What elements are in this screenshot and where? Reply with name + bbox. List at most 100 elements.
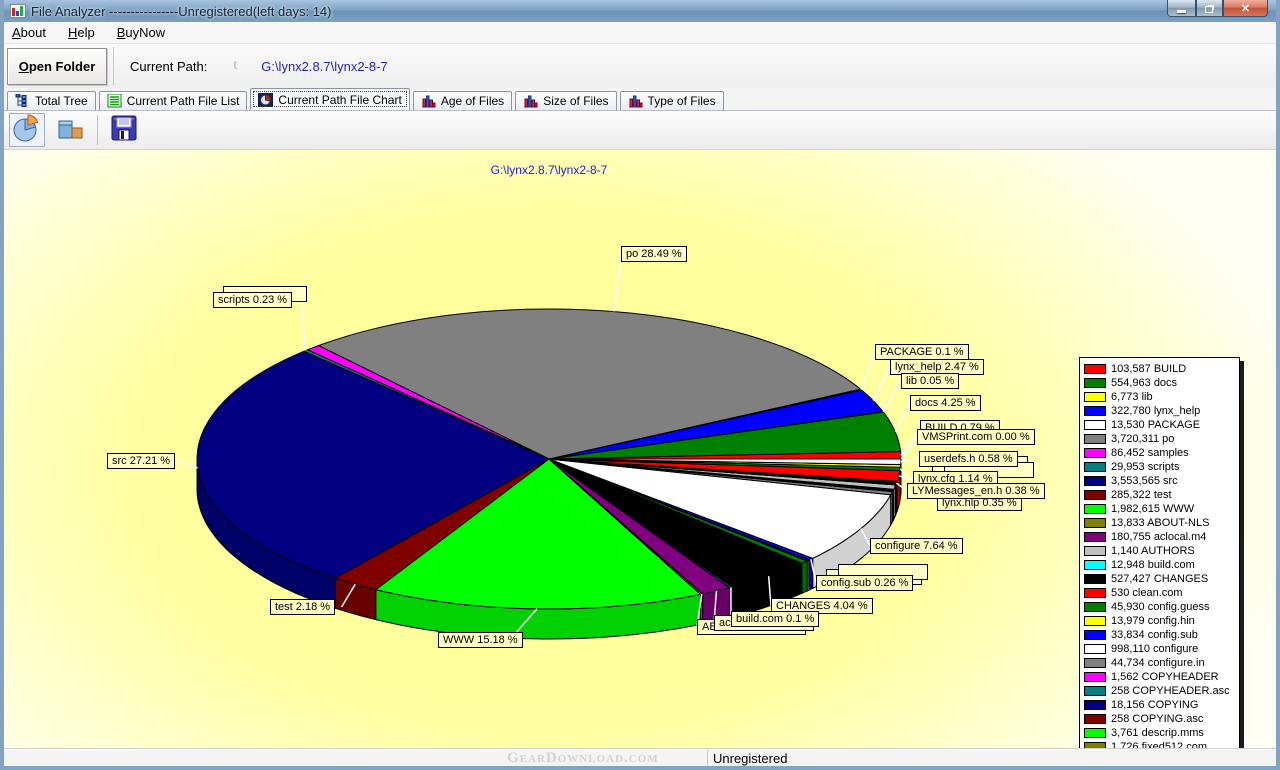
restore-icon bbox=[1205, 6, 1213, 13]
legend-item: 29,953 scripts bbox=[1084, 460, 1237, 474]
legend-label: 86,452 samples bbox=[1111, 447, 1189, 459]
legend-label: 285,322 test bbox=[1111, 489, 1172, 501]
pie-label-test: test 2.18 % bbox=[270, 599, 335, 615]
menu-item-buynow[interactable]: BuyNow bbox=[117, 25, 165, 40]
pie-label-src: src 27.21 % bbox=[107, 453, 175, 469]
legend-label: 530 clean.com bbox=[1111, 587, 1183, 599]
legend-label: 6,773 lib bbox=[1111, 391, 1153, 403]
pie-label-docs: docs 4.25 % bbox=[910, 395, 981, 411]
tab-current-path-file-chart[interactable]: Current Path File Chart bbox=[250, 88, 409, 110]
bar-icon bbox=[421, 94, 436, 108]
legend-label: 13,833 ABOUT-NLS bbox=[1111, 517, 1209, 529]
pie-chart-button[interactable] bbox=[9, 113, 45, 147]
legend-swatch bbox=[1084, 378, 1106, 388]
legend-swatch bbox=[1084, 602, 1106, 612]
pie-label-userdefs.h: userdefs.h 0.58 % bbox=[919, 451, 1018, 467]
pie-label-config.sub: config.sub 0.26 % bbox=[816, 575, 913, 591]
legend-swatch bbox=[1084, 700, 1106, 710]
list-icon bbox=[107, 94, 122, 108]
tab-label: Total Tree bbox=[35, 94, 88, 108]
legend-swatch bbox=[1084, 364, 1106, 374]
tab-size-of-files[interactable]: Size of Files bbox=[515, 91, 616, 110]
legend-swatch bbox=[1084, 714, 1106, 724]
legend-item: 12,948 build.com bbox=[1084, 558, 1237, 572]
legend-item: 258 COPYING.asc bbox=[1084, 712, 1237, 726]
legend-item: 44,734 configure.in bbox=[1084, 656, 1237, 670]
chart-legend: 103,587 BUILD 554,963 docs 6,773 lib322,78… bbox=[1079, 357, 1240, 748]
legend-label: 103,587 BUILD bbox=[1111, 363, 1186, 375]
legend-swatch bbox=[1084, 658, 1106, 668]
legend-item: 86,452 samples bbox=[1084, 446, 1237, 460]
tab-label: Current Path File List bbox=[127, 94, 240, 108]
menu-item-about[interactable]: About bbox=[12, 25, 46, 40]
tab-label: Type of Files bbox=[648, 94, 716, 108]
legend-label: 44,734 configure.in bbox=[1111, 657, 1205, 669]
save-button[interactable] bbox=[106, 113, 142, 147]
up-level-icon[interactable]: t bbox=[233, 58, 237, 74]
legend-swatch bbox=[1084, 728, 1106, 738]
legend-swatch bbox=[1084, 672, 1106, 682]
legend-label: 13,979 config.hin bbox=[1111, 615, 1195, 627]
app-window: File Analyzer ----------------Unregister… bbox=[0, 0, 1280, 770]
tree-icon bbox=[15, 94, 30, 108]
legend-swatch bbox=[1084, 630, 1106, 640]
legend-swatch bbox=[1084, 560, 1106, 570]
legend-item: 3,720,311 po bbox=[1084, 432, 1237, 446]
legend-label: 1,982,615 WWW bbox=[1111, 503, 1194, 515]
legend-label: 258 COPYHEADER.asc bbox=[1111, 685, 1230, 697]
current-path-label: Current Path: bbox=[130, 59, 207, 74]
status-registration: Unregistered bbox=[713, 751, 793, 766]
legend-swatch bbox=[1084, 588, 1106, 598]
tab-age-of-files[interactable]: Age of Files bbox=[413, 91, 512, 110]
legend-swatch bbox=[1084, 532, 1106, 542]
legend-item: 6,773 lib bbox=[1084, 390, 1237, 404]
legend-item: 3,553,565 src bbox=[1084, 474, 1237, 488]
tab-current-path-file-list[interactable]: Current Path File List bbox=[99, 91, 248, 110]
bar-chart-button[interactable] bbox=[53, 113, 89, 147]
legend-item: 554,963 docs bbox=[1084, 376, 1237, 390]
caption-buttons: ✕ bbox=[1167, 0, 1268, 17]
legend-item: 18,156 COPYING bbox=[1084, 698, 1237, 712]
toolbar-separator bbox=[113, 47, 114, 85]
menu-item-help[interactable]: Help bbox=[68, 25, 95, 40]
legend-label: 3,720,311 po bbox=[1111, 433, 1174, 445]
tab-total-tree[interactable]: Total Tree bbox=[7, 91, 96, 110]
legend-label: 1,726 fixed512.com bbox=[1111, 741, 1207, 748]
status-bar: GearDownload.com Unregistered bbox=[4, 748, 1276, 766]
legend-item: 1,726 fixed512.com bbox=[1084, 740, 1237, 748]
legend-label: 527,427 CHANGES bbox=[1111, 573, 1208, 585]
chart-toolbar bbox=[4, 110, 1276, 150]
bar-big-icon bbox=[57, 115, 85, 146]
open-folder-button[interactable]: Open Folder bbox=[7, 48, 107, 85]
tab-type-of-files[interactable]: Type of Files bbox=[620, 91, 724, 110]
close-button[interactable]: ✕ bbox=[1223, 0, 1268, 17]
legend-swatch bbox=[1084, 448, 1106, 458]
legend-label: 554,963 docs bbox=[1111, 377, 1177, 389]
minimize-button[interactable] bbox=[1167, 0, 1196, 17]
status-divider bbox=[707, 750, 708, 766]
legend-item: 322,780 lynx_help bbox=[1084, 404, 1237, 418]
tab-label: Age of Files bbox=[441, 94, 504, 108]
main-toolbar: Open Folder Current Path: t G:\lynx2.8.7… bbox=[4, 44, 1276, 88]
legend-label: 45,930 config.guess bbox=[1111, 601, 1209, 613]
pie-label-lib: lib 0.05 % bbox=[901, 373, 959, 389]
app-icon bbox=[10, 4, 26, 18]
minimize-icon bbox=[1177, 10, 1186, 13]
legend-label: 3,553,565 src bbox=[1111, 475, 1178, 487]
pie-label-po: po 28.49 % bbox=[621, 246, 687, 262]
legend-label: 18,156 COPYING bbox=[1111, 699, 1198, 711]
close-icon: ✕ bbox=[1241, 2, 1250, 15]
legend-label: 180,755 aclocal.m4 bbox=[1111, 531, 1206, 543]
legend-item: 530 clean.com bbox=[1084, 586, 1237, 600]
toolbar-separator bbox=[97, 115, 98, 145]
legend-swatch bbox=[1084, 616, 1106, 626]
pie-label-package: PACKAGE 0.1 % bbox=[875, 344, 969, 360]
titlebar: File Analyzer ----------------Unregister… bbox=[4, 0, 1276, 22]
legend-item: 13,833 ABOUT-NLS bbox=[1084, 516, 1237, 530]
restore-button[interactable] bbox=[1196, 0, 1223, 17]
watermark-text: GearDownload.com bbox=[507, 750, 659, 767]
legend-swatch bbox=[1084, 574, 1106, 584]
pie-label-www: WWW 15.18 % bbox=[438, 632, 523, 648]
legend-swatch bbox=[1084, 490, 1106, 500]
tab-label: Size of Files bbox=[543, 94, 608, 108]
